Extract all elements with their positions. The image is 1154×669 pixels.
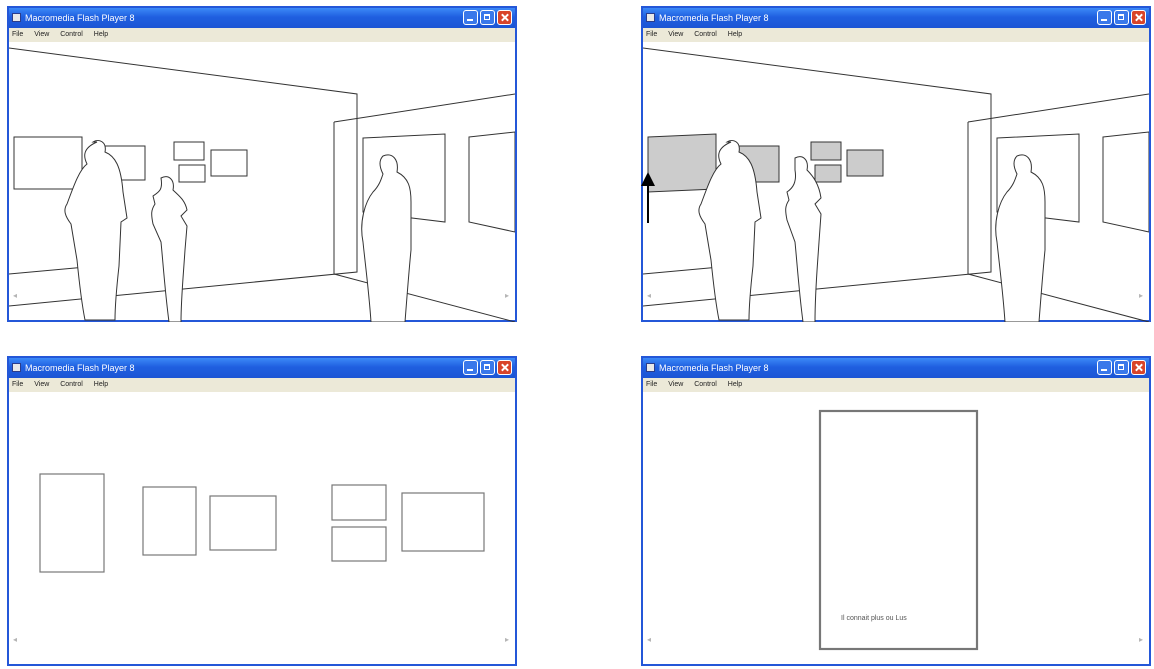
scroll-right-icon[interactable]: ▸ [505, 291, 509, 300]
visitor-2 [151, 176, 188, 322]
flash-stage[interactable]: ◂ ▸ [9, 42, 515, 322]
menu-control[interactable]: Control [694, 381, 717, 388]
frame-1 [39, 473, 105, 573]
painting-5-highlighted [846, 149, 884, 177]
visitor-3 [361, 154, 412, 322]
gallery-scene [9, 47, 515, 322]
menu-bar: File View Control Help [9, 378, 515, 392]
maximize-icon[interactable] [1114, 10, 1129, 25]
scroll-left-icon[interactable]: ◂ [647, 635, 651, 644]
app-icon [646, 363, 655, 372]
frames-scene [39, 473, 485, 573]
scroll-left-icon[interactable]: ◂ [13, 635, 17, 644]
menu-view[interactable]: View [34, 381, 49, 388]
close-icon[interactable] [1131, 360, 1146, 375]
highlighted-paintings [647, 133, 884, 193]
frame-3 [209, 495, 277, 551]
scroll-right-icon[interactable]: ▸ [1139, 635, 1143, 644]
close-icon[interactable] [497, 360, 512, 375]
flash-stage[interactable]: ◂ ▸ [9, 392, 515, 664]
right-wall-bottom [333, 273, 515, 322]
visitor-2 [785, 156, 822, 322]
window-title: Macromedia Flash Player 8 [25, 363, 135, 373]
app-icon [12, 363, 21, 372]
arrow-up-icon [647, 184, 649, 223]
painting-3 [173, 141, 205, 161]
menu-file[interactable]: File [12, 381, 23, 388]
app-icon [646, 13, 655, 22]
flash-player-window-2: Macromedia Flash Player 8 File View Cont… [641, 6, 1151, 322]
menu-control[interactable]: Control [60, 381, 83, 388]
minimize-icon[interactable] [463, 10, 478, 25]
painting-1-highlighted [647, 133, 717, 193]
painting-4-highlighted [814, 164, 842, 183]
menu-help[interactable]: Help [94, 381, 108, 388]
visitor-silhouettes [64, 139, 412, 322]
flash-stage[interactable]: Il connait plus ou Lus ◂ ▸ [643, 392, 1149, 664]
menu-help[interactable]: Help [94, 31, 108, 38]
frame-6 [401, 492, 485, 552]
close-icon[interactable] [497, 10, 512, 25]
menu-file[interactable]: File [646, 381, 657, 388]
menu-bar: File View Control Help [9, 28, 515, 42]
title-bar[interactable]: Macromedia Flash Player 8 [9, 8, 515, 28]
large-frame [818, 409, 979, 651]
painting-7 [468, 131, 515, 233]
flash-player-window-4: Macromedia Flash Player 8 File View Cont… [641, 356, 1151, 666]
maximize-icon[interactable] [480, 10, 495, 25]
minimize-icon[interactable] [1097, 10, 1112, 25]
right-wall-top [333, 93, 515, 123]
title-bar[interactable]: Macromedia Flash Player 8 [643, 8, 1149, 28]
right-wall-bottom [967, 273, 1149, 322]
maximize-icon[interactable] [480, 360, 495, 375]
scroll-left-icon[interactable]: ◂ [13, 291, 17, 300]
visitor-3 [995, 154, 1046, 322]
right-wall-top [967, 93, 1149, 123]
title-bar[interactable]: Macromedia Flash Player 8 [643, 358, 1149, 378]
title-bar[interactable]: Macromedia Flash Player 8 [9, 358, 515, 378]
close-icon[interactable] [1131, 10, 1146, 25]
menu-help[interactable]: Help [728, 381, 742, 388]
maximize-icon[interactable] [1114, 360, 1129, 375]
single-frame-scene [818, 409, 979, 651]
menu-view[interactable]: View [668, 31, 683, 38]
menu-control[interactable]: Control [694, 31, 717, 38]
scroll-left-icon[interactable]: ◂ [647, 291, 651, 300]
painting-1 [13, 136, 83, 190]
scroll-right-icon[interactable]: ▸ [1139, 291, 1143, 300]
window-title: Macromedia Flash Player 8 [659, 13, 769, 23]
frame-caption: Il connait plus ou Lus [841, 615, 907, 622]
frame-2 [142, 486, 197, 556]
menu-bar: File View Control Help [643, 28, 1149, 42]
flash-player-window-3: Macromedia Flash Player 8 File View Cont… [7, 356, 517, 666]
flash-player-window-1: Macromedia Flash Player 8 File View Cont… [7, 6, 517, 322]
visitor-1 [64, 139, 128, 321]
window-title: Macromedia Flash Player 8 [25, 13, 135, 23]
frame-4 [331, 484, 387, 521]
window-title: Macromedia Flash Player 8 [659, 363, 769, 373]
arrow-up-icon-head [641, 172, 655, 186]
menu-file[interactable]: File [646, 31, 657, 38]
menu-view[interactable]: View [34, 31, 49, 38]
menu-bar: File View Control Help [643, 378, 1149, 392]
menu-view[interactable]: View [668, 381, 683, 388]
painting-3-highlighted [810, 141, 842, 161]
menu-file[interactable]: File [12, 31, 23, 38]
frame-5 [331, 526, 387, 562]
minimize-icon[interactable] [1097, 360, 1112, 375]
minimize-icon[interactable] [463, 360, 478, 375]
app-icon [12, 13, 21, 22]
menu-control[interactable]: Control [60, 31, 83, 38]
painting-4 [178, 164, 206, 183]
scroll-right-icon[interactable]: ▸ [505, 635, 509, 644]
menu-help[interactable]: Help [728, 31, 742, 38]
painting-7 [1102, 131, 1149, 233]
gallery-scene-highlighted [643, 47, 1149, 322]
painting-5 [210, 149, 248, 177]
flash-stage[interactable]: ◂ ▸ [643, 42, 1149, 322]
